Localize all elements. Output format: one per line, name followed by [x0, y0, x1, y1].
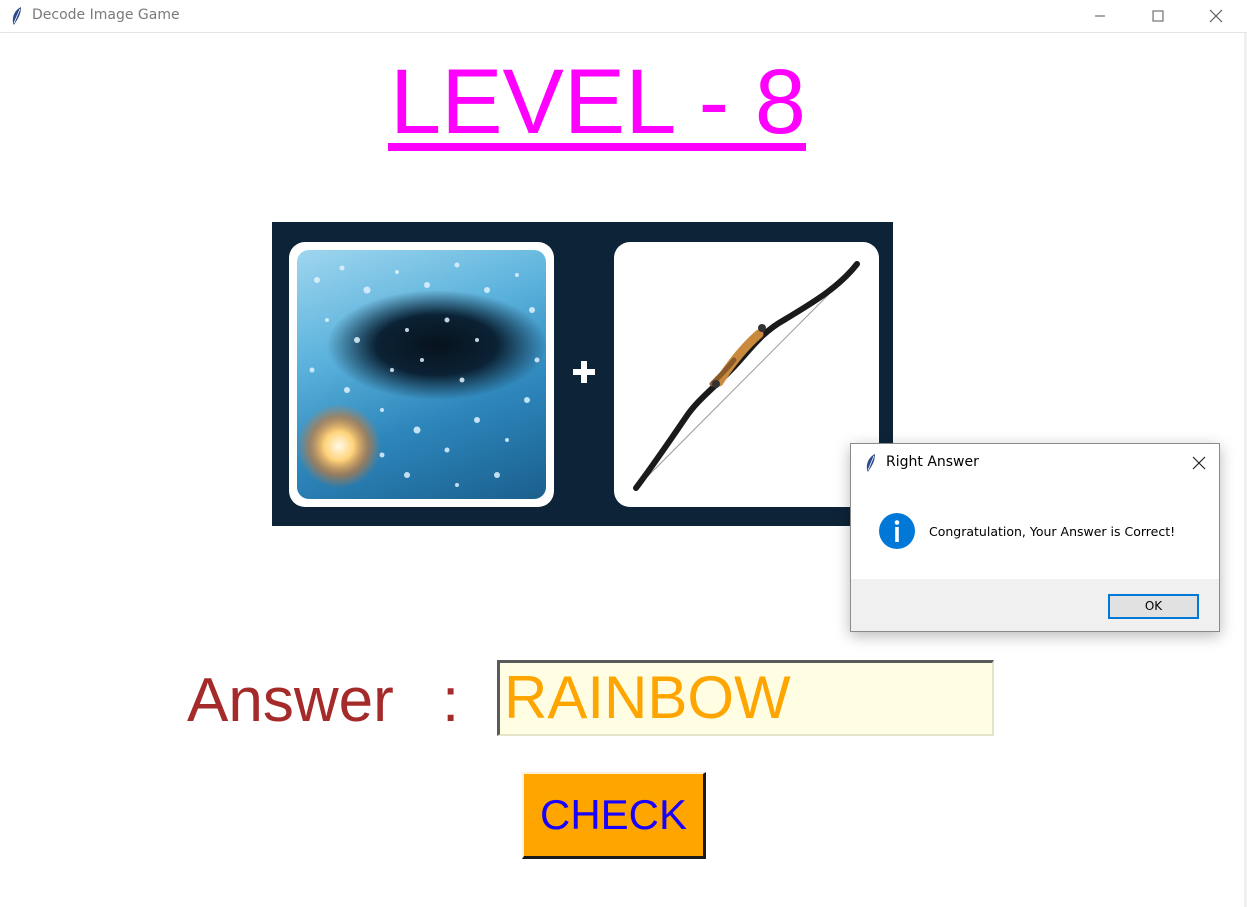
plus-icon [573, 361, 595, 383]
level-title: LEVEL - 8 [390, 51, 806, 153]
bow-image-tile [614, 242, 879, 507]
answer-colon: : [442, 666, 460, 735]
window-titlebar: Decode Image Game [0, 0, 1247, 33]
info-icon [879, 513, 915, 549]
close-button[interactable] [1193, 0, 1239, 32]
maximize-icon [1152, 10, 1164, 22]
dialog-footer: OK [851, 579, 1219, 631]
minimize-button[interactable] [1077, 0, 1123, 32]
answer-label: Answer [187, 666, 394, 735]
feather-icon [12, 7, 21, 25]
ok-button[interactable]: OK [1108, 594, 1199, 619]
puzzle-image [272, 222, 893, 526]
feather-icon [866, 454, 875, 472]
minimize-icon [1095, 15, 1105, 17]
check-button[interactable]: CHECK [522, 772, 706, 859]
right-answer-dialog: Right Answer Congratulation, Your Answer… [850, 443, 1220, 632]
raindrops-graphic [297, 262, 540, 488]
dialog-close-button[interactable] [1185, 450, 1213, 476]
dialog-message: Congratulation, Your Answer is Correct! [929, 524, 1176, 539]
rain-image-tile [289, 242, 554, 507]
close-icon [1192, 456, 1206, 470]
answer-input[interactable]: RAINBOW [497, 660, 994, 736]
dialog-title: Right Answer [886, 454, 979, 470]
level-title-underline [388, 143, 806, 151]
rain-on-glass-image [297, 250, 546, 499]
bow-image [633, 261, 860, 491]
window-title: Decode Image Game [32, 7, 180, 23]
close-icon [1209, 9, 1223, 23]
maximize-button[interactable] [1135, 0, 1181, 32]
